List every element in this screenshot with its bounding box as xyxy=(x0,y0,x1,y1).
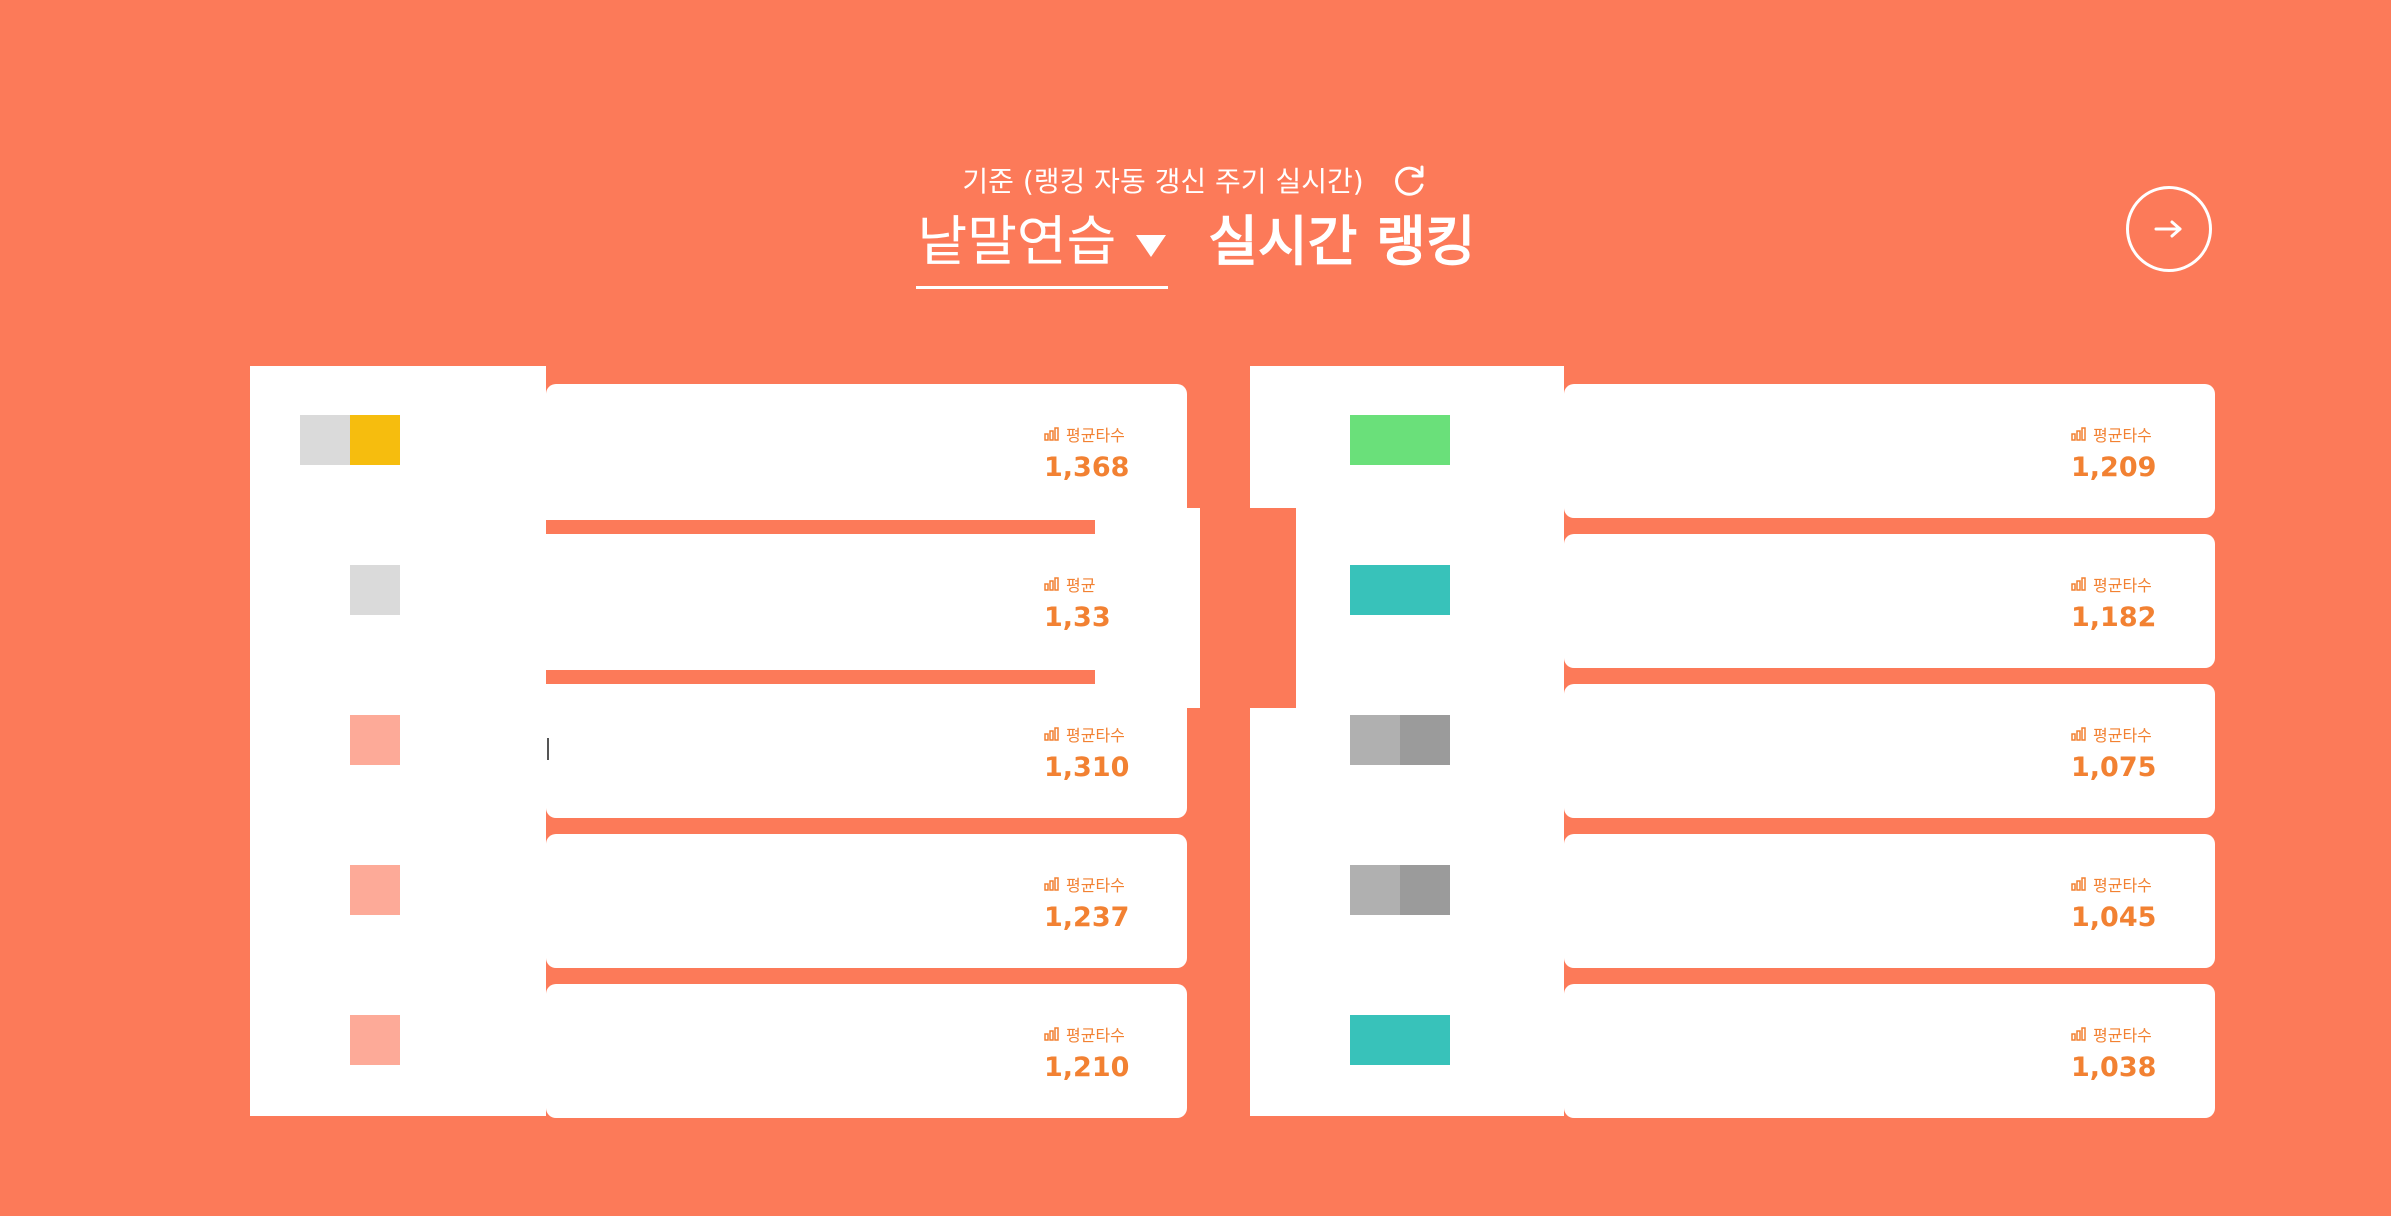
refresh-icon[interactable] xyxy=(1391,161,1429,199)
stat-value: 1,310 xyxy=(1044,752,1130,783)
ranking-stat: 평균타수 1,182 xyxy=(2071,572,2156,633)
stat-label: 평균타수 xyxy=(2093,1026,2152,1045)
stat-value: 1,33 xyxy=(1044,602,1111,633)
ranking-card[interactable] xyxy=(546,534,1095,668)
stat-label: 평균타수 xyxy=(2093,726,2152,745)
ranking-stat: 평균타수 1,310 xyxy=(1044,722,1129,783)
title-row: 낱말연습 실시간 랭킹 xyxy=(0,212,2391,289)
row-gap-strip xyxy=(546,520,1095,534)
ranking-stat: 평균타수 1,045 xyxy=(2071,872,2156,933)
avatar xyxy=(350,1015,400,1065)
ranking-stat: 평균타수 1,368 xyxy=(1044,422,1129,483)
stat-value: 1,038 xyxy=(2071,1052,2157,1083)
ranking-stat: 평균타수 1,075 xyxy=(2071,722,2156,783)
stat-value: 1,182 xyxy=(2071,602,2157,633)
ranking-stat: 평균 1,33 xyxy=(1044,572,1111,633)
ranking-stat: 평균타수 1,038 xyxy=(2071,1022,2156,1083)
next-button[interactable] xyxy=(2126,186,2212,272)
row-gap-strip xyxy=(546,670,1095,684)
stat-label: 평균타수 xyxy=(2093,426,2152,445)
stat-label: 평균타수 xyxy=(1066,876,1125,895)
avatar xyxy=(1400,865,1450,915)
stat-label: 평균타수 xyxy=(1066,426,1125,445)
bar-chart-icon xyxy=(1044,877,1059,891)
page-title: 실시간 랭킹 xyxy=(1208,210,1476,273)
stat-value: 1,209 xyxy=(2071,452,2157,483)
avatar xyxy=(300,415,350,465)
avatar xyxy=(1350,565,1450,615)
avatar xyxy=(1350,715,1400,765)
bar-chart-icon xyxy=(2071,427,2086,441)
bar-chart-icon xyxy=(1044,577,1059,591)
avatar xyxy=(1350,865,1400,915)
stat-label: 평균타수 xyxy=(2093,576,2152,595)
ranking-header: 기준 (랭킹 자동 갱신 주기 실시간) 낱말연습 실시간 랭킹 xyxy=(0,0,2391,320)
stat-label: 평균타수 xyxy=(2093,876,2152,895)
avatar xyxy=(350,865,400,915)
avatar xyxy=(350,715,400,765)
bar-chart-icon xyxy=(1044,727,1059,741)
stat-label: 평균타수 xyxy=(1066,726,1125,745)
stat-value: 1,237 xyxy=(1044,902,1130,933)
stat-label: 평균 xyxy=(1066,576,1096,595)
avatar xyxy=(1350,1015,1450,1065)
stat-value: 1,210 xyxy=(1044,1052,1130,1083)
bar-chart-icon xyxy=(2071,877,2086,891)
practice-mode-label: 낱말연습 xyxy=(917,210,1117,273)
ranking-stat: 평균타수 1,209 xyxy=(2071,422,2156,483)
text-cursor xyxy=(547,738,549,760)
bar-chart-icon xyxy=(2071,577,2086,591)
stat-value: 1,045 xyxy=(2071,902,2157,933)
arrow-right-icon xyxy=(2154,220,2182,238)
ranking-subtitle: 기준 (랭킹 자동 갱신 주기 실시간) xyxy=(962,165,1364,198)
bar-chart-icon xyxy=(2071,1027,2086,1041)
ranking-subtitle-row: 기준 (랭킹 자동 갱신 주기 실시간) xyxy=(0,160,2391,200)
avatar xyxy=(1350,415,1450,465)
bar-chart-icon xyxy=(2071,727,2086,741)
avatar xyxy=(1400,715,1450,765)
ranking-stat: 평균타수 1,237 xyxy=(1044,872,1129,933)
avatar xyxy=(350,415,400,465)
stat-value: 1,368 xyxy=(1044,452,1130,483)
ranking-stat: 평균타수 1,210 xyxy=(1044,1022,1129,1083)
bar-chart-icon xyxy=(1044,1027,1059,1041)
caret-down-icon xyxy=(1136,235,1167,257)
practice-mode-dropdown[interactable]: 낱말연습 xyxy=(915,210,1169,289)
stat-label: 평균타수 xyxy=(1066,1026,1125,1045)
stat-value: 1,075 xyxy=(2071,752,2157,783)
avatar xyxy=(350,565,400,615)
bar-chart-icon xyxy=(1044,427,1059,441)
